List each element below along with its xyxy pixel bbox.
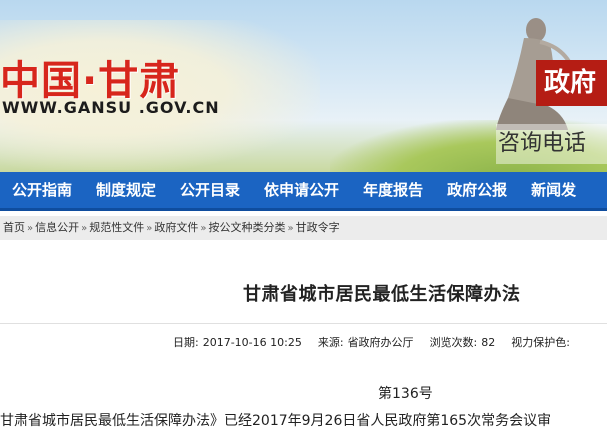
source-label: 来源:: [317, 336, 344, 349]
site-banner: 中国·甘肃 WWW.GANSU .GOV.CN 政府 咨询电话: [0, 0, 607, 172]
breadcrumb-home[interactable]: 首页: [3, 221, 25, 234]
nav-item-request[interactable]: 依申请公开: [252, 172, 339, 208]
date-value: 2017-10-16 10:25: [202, 336, 302, 349]
nav-item-annual-report[interactable]: 年度报告: [351, 172, 423, 208]
article-body-text: 甘肃省城市居民最低生活保障办法》已经2017年9月26日省人民政府第165次常务…: [0, 413, 552, 429]
breadcrumb-separator: »: [146, 223, 153, 234]
hotline-label: 咨询电话: [496, 124, 607, 164]
vision-protection-label[interactable]: 视力保护色:: [511, 336, 570, 349]
nav-item-regulations[interactable]: 制度规定: [84, 172, 156, 208]
site-logo-url[interactable]: WWW.GANSU .GOV.CN: [2, 98, 220, 117]
nav-item-gazette[interactable]: 政府公报: [435, 172, 507, 208]
nav-item-guide[interactable]: 公开指南: [0, 172, 72, 208]
article-meta: 日期: 2017-10-16 10:25 来源: 省政府办公厅 浏览次数: 82 视力保护色…: [173, 334, 574, 352]
breadcrumb-doc-type[interactable]: 按公文种类分类: [209, 221, 286, 234]
breadcrumb-separator: »: [287, 223, 294, 234]
nav-item-catalog[interactable]: 公开目录: [168, 172, 240, 208]
title-divider: [0, 323, 607, 324]
doc-number: 第136号: [378, 386, 433, 402]
breadcrumb-normative-docs[interactable]: 规范性文件: [89, 221, 144, 234]
source-value: 省政府办公厅: [347, 336, 414, 349]
breadcrumb-order[interactable]: 甘政令字: [296, 221, 340, 234]
views-value: 82: [481, 336, 496, 349]
nav-item-news[interactable]: 新闻发: [519, 172, 576, 208]
breadcrumb-separator: »: [200, 223, 207, 234]
views-label: 浏览次数:: [429, 336, 478, 349]
breadcrumb-info-disclosure[interactable]: 信息公开: [35, 221, 79, 234]
main-nav: 公开指南 制度规定 公开目录 依申请公开 年度报告 政府公报 新闻发: [0, 172, 607, 211]
breadcrumb-separator: »: [27, 223, 34, 234]
gov-label: 政府: [536, 60, 607, 106]
breadcrumb-separator: »: [81, 223, 88, 234]
breadcrumb-gov-docs[interactable]: 政府文件: [154, 221, 198, 234]
article-title: 甘肃省城市居民最低生活保障办法: [243, 284, 521, 305]
date-label: 日期:: [173, 336, 199, 349]
breadcrumb: 首页» 信息公开» 规范性文件» 政府文件» 按公文种类分类» 甘政令字: [0, 216, 607, 240]
